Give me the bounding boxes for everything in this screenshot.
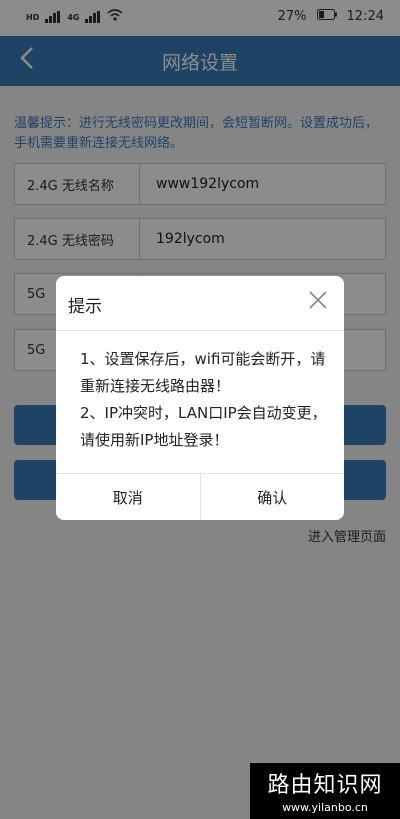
watermark-name: 路由知识网	[267, 773, 383, 798]
dialog-message: 1、设置保存后，wifi可能会断开，请重新连接无线路由器！ 2、IP冲突时，LA…	[80, 346, 328, 454]
dialog-header: 提示	[56, 276, 344, 331]
site-watermark: 路由知识网 www.yilanbo.cn	[250, 763, 400, 819]
dialog-line-2: 2、IP冲突时，LAN口IP会自动变更，请使用新IP地址登录！	[80, 404, 327, 449]
dialog-line-1: 1、设置保存后，wifi可能会断开，请重新连接无线路由器！	[80, 350, 326, 395]
alert-dialog: 提示 1、设置保存后，wifi可能会断开，请重新连接无线路由器！ 2、IP冲突时…	[56, 276, 344, 520]
close-icon[interactable]	[306, 288, 330, 312]
dialog-title: 提示	[68, 297, 102, 317]
watermark-url: www.yilanbo.cn	[282, 801, 368, 814]
cancel-button[interactable]: 取消	[56, 474, 201, 520]
confirm-button[interactable]: 确认	[201, 474, 345, 520]
dialog-footer: 取消 确认	[56, 473, 344, 520]
